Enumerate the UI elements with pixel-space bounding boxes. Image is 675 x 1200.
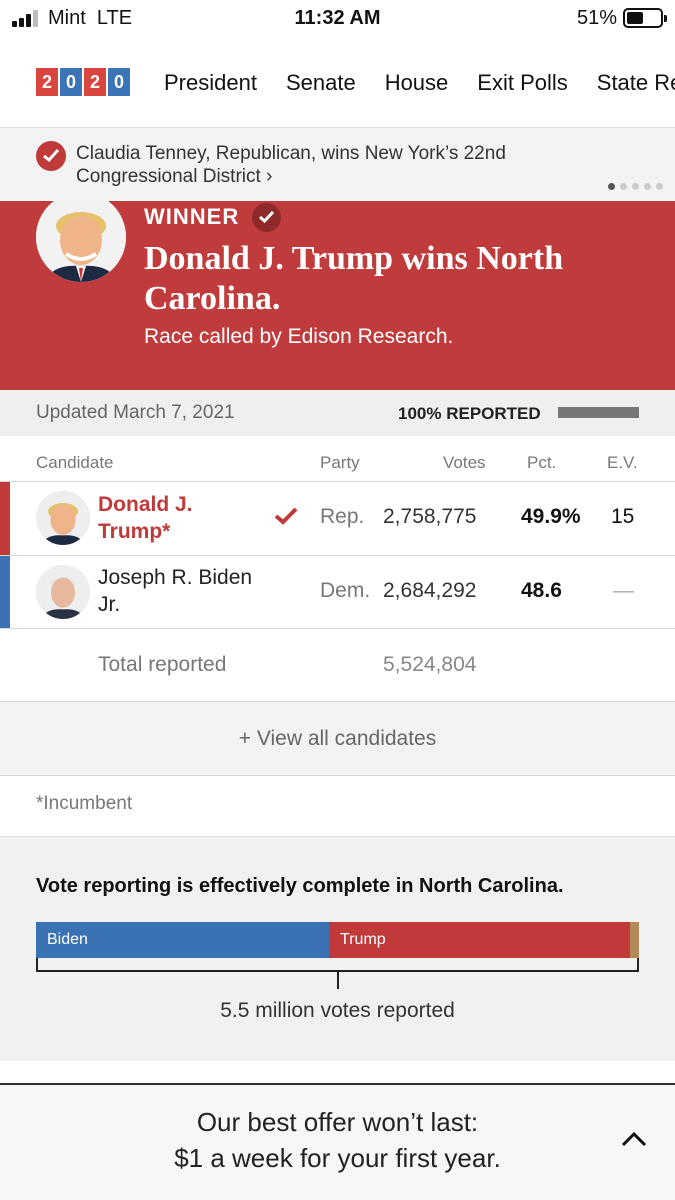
nav-item-senate[interactable]: Senate [286, 70, 356, 96]
reported-progress-bar [558, 407, 639, 418]
votes-cell: 2,684,292 [383, 579, 477, 602]
incumbent-note: *Incumbent [36, 793, 133, 814]
header-candidate: Candidate [36, 453, 114, 472]
subscription-offer[interactable]: Our best offer won’t last: $1 a week for… [0, 1083, 675, 1200]
total-row: Total reported 5,524,804 [0, 629, 675, 702]
carousel-dots [608, 183, 663, 190]
bar-segment-biden: Biden [36, 922, 330, 958]
total-votes: 5,524,804 [383, 653, 477, 676]
nav-item-house[interactable]: House [385, 70, 449, 96]
bar-segment-other [629, 922, 639, 958]
news-ticker[interactable]: Claudia Tenney, Republican, wins New Yor… [0, 128, 675, 201]
votes-reported-text: 5.5 million votes reported [220, 999, 455, 1022]
bar-segment-trump: Trump [329, 922, 630, 958]
chevron-up-icon[interactable] [621, 1131, 647, 1147]
table-row[interactable]: Joseph R. Biden Jr. Dem. 2,684,292 48.6 … [0, 556, 675, 629]
status-bar: Mint LTE 11:32 AM 51% [0, 0, 675, 36]
section-nav: 2 0 2 0 President Senate House Exit Poll… [0, 36, 675, 128]
updated-bar: Updated March 7, 2021 100% REPORTED [0, 390, 675, 436]
table-row[interactable]: Donald J. Trump* Rep. 2,758,775 49.9% 15 [0, 482, 675, 556]
view-all-candidates-button[interactable]: + View all candidates [0, 702, 675, 776]
logo-digit: 0 [108, 68, 130, 96]
election-2020-logo[interactable]: 2 0 2 0 [36, 68, 130, 96]
ev-cell: 15 [611, 505, 635, 528]
vote-share-bar: Biden Trump [36, 922, 639, 958]
winner-banner: WINNER Donald J. Trump wins North Caroli… [0, 201, 675, 390]
bar-bracket [36, 958, 639, 972]
trump-photo [36, 201, 126, 282]
reported-label: 100% REPORTED [398, 404, 541, 423]
pct-cell: 48.6 [521, 579, 562, 602]
offer-price: $1 a week for your first year. [174, 1143, 501, 1173]
party-cell: Rep. [320, 505, 365, 528]
header-pct: Pct. [527, 453, 557, 472]
winner-label: WINNER [144, 204, 240, 229]
ev-cell: — [613, 579, 634, 602]
reporting-title: Vote reporting is effectively complete i… [36, 875, 564, 897]
logo-digit: 2 [36, 68, 58, 96]
battery-icon [623, 8, 667, 28]
candidate-name[interactable]: Joseph R. Biden Jr. [98, 564, 273, 618]
vote-reporting-section: Vote reporting is effectively complete i… [0, 836, 675, 1061]
votes-cell: 2,758,775 [383, 505, 477, 528]
avatar [36, 491, 90, 545]
candidate-name[interactable]: Donald J. Trump* [98, 491, 273, 545]
pct-cell: 49.9% [521, 505, 581, 528]
battery-percent: 51% [576, 7, 617, 29]
clock: 11:32 AM [294, 7, 381, 29]
race-called-note: Race called by Edison Research. [144, 325, 454, 348]
winner-check-icon [252, 203, 281, 232]
header-party: Party [320, 453, 360, 472]
nav-item-exit-polls[interactable]: Exit Polls [477, 70, 567, 96]
header-votes: Votes [443, 453, 486, 472]
nav-item-president[interactable]: President [164, 70, 257, 96]
ticker-headline[interactable]: Claudia Tenney, Republican, wins New Yor… [76, 142, 596, 188]
party-stripe [0, 556, 10, 628]
header-ev: E.V. [607, 453, 638, 472]
party-cell: Dem. [320, 579, 371, 602]
winner-headline: Donald J. Trump wins North Carolina. [144, 240, 564, 317]
nav-item-state-results[interactable]: State Re [597, 70, 675, 96]
winner-check-icon [274, 507, 298, 525]
results-table-header: Candidate Party Votes Pct. E.V. [0, 436, 675, 482]
logo-digit: 2 [84, 68, 106, 96]
check-circle-icon [36, 141, 66, 171]
total-label: Total reported [98, 653, 227, 676]
avatar [36, 565, 90, 619]
party-stripe [0, 482, 10, 555]
updated-date: Updated March 7, 2021 [36, 402, 235, 423]
offer-headline: Our best offer won’t last: [196, 1107, 479, 1137]
logo-digit: 0 [60, 68, 82, 96]
bar-bracket-tick [337, 972, 339, 989]
